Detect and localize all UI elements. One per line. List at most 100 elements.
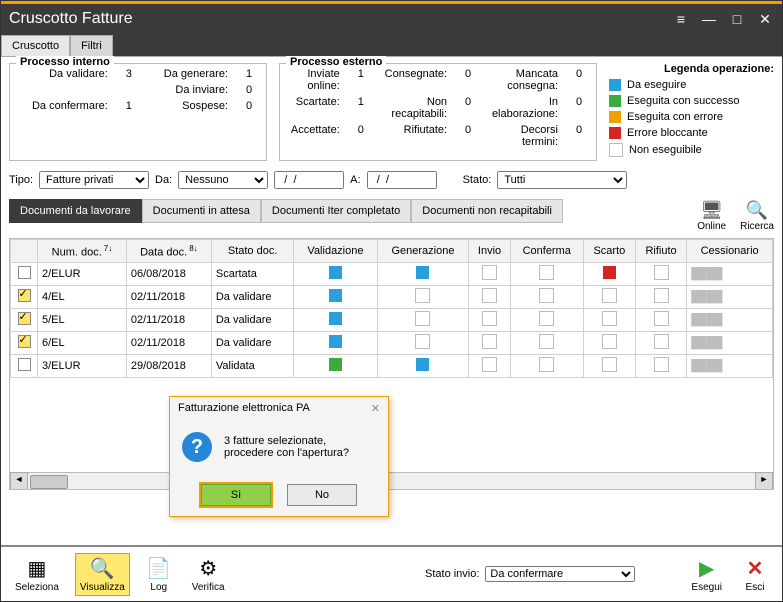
stato-invio-select[interactable]: Da confermare bbox=[485, 566, 635, 582]
col-generazione[interactable]: Generazione bbox=[377, 240, 469, 263]
cell-stato-doc: Da validare bbox=[211, 309, 294, 332]
cell-data-doc: 29/08/2018 bbox=[126, 355, 211, 378]
row-checkbox[interactable] bbox=[18, 266, 31, 279]
subtab-non-recapitabili[interactable]: Documenti non recapitabili bbox=[411, 199, 563, 223]
app-window: Cruscotto Fatture ≡ ― □ ✕ Cruscotto Filt… bbox=[0, 0, 783, 602]
confirm-dialog: Fatturazione elettronica PA✕ ? 3 fatture… bbox=[169, 396, 389, 517]
log-icon: 📄 bbox=[146, 556, 172, 582]
filter-bar: Tipo: Fatture privati Da: Nessuno A: Sta… bbox=[9, 171, 774, 189]
cell-num-doc: 6/EL bbox=[38, 332, 127, 355]
cell-data-doc: 02/11/2018 bbox=[126, 332, 211, 355]
subtab-completato[interactable]: Documenti Iter completato bbox=[261, 199, 411, 223]
col-stato-doc[interactable]: Stato doc. bbox=[211, 240, 294, 263]
tab-filtri[interactable]: Filtri bbox=[70, 35, 113, 56]
verifica-button[interactable]: ⚙Verifica bbox=[188, 554, 229, 595]
row-checkbox[interactable] bbox=[18, 312, 31, 325]
status-square-empty bbox=[654, 334, 669, 349]
lbl-da-validare: Da validare: bbox=[18, 68, 108, 80]
lbl-da-generare: Da generare: bbox=[150, 68, 228, 80]
status-square-empty bbox=[539, 334, 554, 349]
menu-icon[interactable]: ≡ bbox=[672, 11, 690, 27]
log-button[interactable]: 📄Log bbox=[142, 554, 176, 595]
date-to-input[interactable] bbox=[367, 171, 437, 189]
seleziona-button[interactable]: ▦Seleziona bbox=[11, 554, 63, 595]
table-row[interactable]: 2/ELUR06/08/2018Scartata████ bbox=[11, 263, 773, 286]
h-scrollbar[interactable]: ◄ ► bbox=[10, 472, 773, 489]
status-square-empty bbox=[482, 265, 497, 280]
tipo-select[interactable]: Fatture privati bbox=[39, 171, 149, 189]
stato-select[interactable]: Tutti bbox=[497, 171, 627, 189]
col-num-doc[interactable]: Num. doc.7↓ bbox=[38, 240, 127, 263]
esci-button[interactable]: ✕Esci bbox=[738, 554, 772, 595]
date-from-input[interactable] bbox=[274, 171, 344, 189]
status-square-empty bbox=[602, 357, 617, 372]
col-invio[interactable]: Invio bbox=[469, 240, 510, 263]
documents-table-wrapper: Num. doc.7↓ Data doc.8↓ Stato doc. Valid… bbox=[9, 238, 774, 490]
status-square bbox=[329, 358, 342, 371]
col-rifiuto[interactable]: Rifiuto bbox=[635, 240, 686, 263]
dialog-message: 3 fatture selezionate, procedere con l'a… bbox=[224, 435, 349, 459]
da-select[interactable]: Nessuno bbox=[178, 171, 268, 189]
row-checkbox[interactable] bbox=[18, 335, 31, 348]
val-da-generare: 1 bbox=[240, 68, 258, 80]
status-square-empty bbox=[482, 311, 497, 326]
scroll-left-button[interactable]: ◄ bbox=[10, 472, 28, 490]
legend-successo-icon bbox=[609, 95, 621, 107]
col-data-doc[interactable]: Data doc.8↓ bbox=[126, 240, 211, 263]
subtab-da-lavorare[interactable]: Documenti da lavorare bbox=[9, 199, 142, 223]
row-checkbox[interactable] bbox=[18, 289, 31, 302]
dialog-no-button[interactable]: No bbox=[287, 484, 357, 506]
col-check[interactable] bbox=[11, 240, 38, 263]
legend-bloccante-icon bbox=[609, 127, 621, 139]
minimize-button[interactable]: ― bbox=[700, 11, 718, 27]
scroll-thumb[interactable] bbox=[30, 475, 68, 489]
dialog-yes-button[interactable]: Sì bbox=[201, 484, 271, 506]
esegui-button[interactable]: ▶Esegui bbox=[687, 554, 726, 595]
online-button[interactable]: 🖥Online bbox=[697, 199, 726, 232]
table-row[interactable]: 4/EL02/11/2018Da validare████ bbox=[11, 286, 773, 309]
status-square-empty bbox=[482, 288, 497, 303]
cell-stato-doc: Validata bbox=[211, 355, 294, 378]
cell-data-doc: 02/11/2018 bbox=[126, 309, 211, 332]
status-square-empty bbox=[415, 334, 430, 349]
tab-cruscotto[interactable]: Cruscotto bbox=[1, 35, 70, 56]
close-button[interactable]: ✕ bbox=[756, 11, 774, 28]
maximize-button[interactable]: □ bbox=[728, 11, 746, 27]
ricerca-button[interactable]: 🔍Ricerca bbox=[740, 199, 774, 232]
row-checkbox[interactable] bbox=[18, 358, 31, 371]
col-cessionario[interactable]: Cessionario bbox=[687, 240, 773, 263]
scroll-right-button[interactable]: ► bbox=[755, 472, 773, 490]
table-row[interactable]: 6/EL02/11/2018Da validare████ bbox=[11, 332, 773, 355]
status-square bbox=[329, 266, 342, 279]
status-square-empty bbox=[654, 265, 669, 280]
cell-cessionario: ████ bbox=[687, 286, 773, 309]
gears-icon: ⚙ bbox=[195, 556, 221, 582]
cell-data-doc: 06/08/2018 bbox=[126, 263, 211, 286]
main-tabs: Cruscotto Filtri bbox=[1, 34, 782, 57]
window-title: Cruscotto Fatture bbox=[9, 10, 662, 28]
subtab-in-attesa[interactable]: Documenti in attesa bbox=[142, 199, 261, 223]
question-icon: ? bbox=[182, 432, 212, 462]
status-square bbox=[329, 312, 342, 325]
table-row[interactable]: 5/EL02/11/2018Da validare████ bbox=[11, 309, 773, 332]
status-square bbox=[603, 266, 616, 279]
cell-stato-doc: Da validare bbox=[211, 286, 294, 309]
table-row[interactable]: 3/ELUR29/08/2018Validata████ bbox=[11, 355, 773, 378]
val-da-validare: 3 bbox=[120, 68, 138, 80]
col-validazione[interactable]: Validazione bbox=[294, 240, 377, 263]
val-sospese: 0 bbox=[240, 100, 258, 112]
legend-non-eseguibile-icon bbox=[609, 143, 623, 157]
legend-panel: Legenda operazione: Da eseguire Eseguita… bbox=[609, 63, 774, 161]
dialog-close-button[interactable]: ✕ bbox=[371, 402, 380, 415]
status-square-empty bbox=[539, 357, 554, 372]
status-square-empty bbox=[482, 357, 497, 372]
status-square-empty bbox=[539, 311, 554, 326]
status-square-empty bbox=[602, 334, 617, 349]
visualizza-button[interactable]: 🔍Visualizza bbox=[75, 553, 130, 596]
val-da-confermare: 1 bbox=[120, 100, 138, 112]
col-conferma[interactable]: Conferma bbox=[510, 240, 583, 263]
status-square-empty bbox=[654, 357, 669, 372]
cell-num-doc: 4/EL bbox=[38, 286, 127, 309]
cell-cessionario: ████ bbox=[687, 355, 773, 378]
col-scarto[interactable]: Scarto bbox=[583, 240, 635, 263]
